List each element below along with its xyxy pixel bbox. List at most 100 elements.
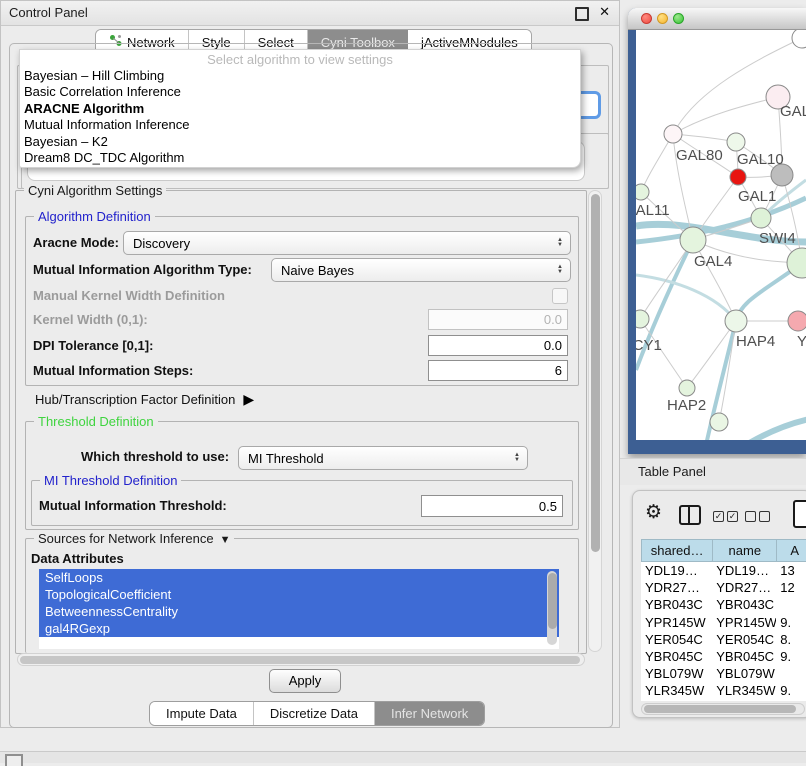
table-cell[interactable]: YDL19… <box>641 563 712 578</box>
table-cell[interactable]: YBR043C <box>641 597 712 612</box>
aracne-mode-combo[interactable]: Discovery ▲▼ <box>123 231 571 255</box>
table-cell[interactable]: YBL079W <box>712 666 776 681</box>
table-horizontal-scrollbar[interactable] <box>641 703 805 715</box>
table-cell[interactable]: YLR345W <box>641 683 712 698</box>
table-row[interactable]: YDR27…YDR27…12 <box>641 579 806 596</box>
algorithm-option[interactable]: Basic Correlation Inference <box>20 84 580 100</box>
table-cell[interactable]: YER054C <box>641 632 712 647</box>
network-node[interactable] <box>636 184 649 200</box>
data-attribute-item[interactable]: gal4RGexp <box>39 620 559 637</box>
table-cell[interactable]: 9. <box>776 649 806 664</box>
network-node-labels: GALGAL80GAL10GAL1GAL11SWI4GAL4GCY1HAP4YH… <box>636 103 806 414</box>
network-node[interactable] <box>725 310 747 332</box>
network-node-label: HAP2 <box>667 397 706 414</box>
algorithm-option[interactable]: Mutual Information Inference <box>20 117 580 133</box>
settings-horizontal-scrollbar-thumb[interactable] <box>20 656 580 664</box>
network-view-window: GALGAL80GAL10GAL1GAL11SWI4GAL4GCY1HAP4YH… <box>628 8 806 454</box>
which-threshold-combo[interactable]: MI Threshold ▲▼ <box>238 446 528 470</box>
table-horizontal-scrollbar-thumb[interactable] <box>644 705 796 713</box>
algorithm-option[interactable]: Bayesian – Hill Climbing <box>20 68 580 84</box>
apply-button[interactable]: Apply <box>269 669 341 693</box>
network-node-label: GCY1 <box>636 337 662 354</box>
table-cell[interactable]: YER054C <box>712 632 776 647</box>
network-node[interactable] <box>727 133 745 151</box>
settings-vertical-scrollbar-thumb[interactable] <box>591 194 600 552</box>
tab-discretize-data[interactable]: Discretize Data <box>254 702 375 725</box>
table-row[interactable]: YBR045CYBR045C9. <box>641 648 806 665</box>
data-attributes-label: Data Attributes <box>31 551 124 566</box>
mi-type-combo[interactable]: Naive Bayes ▲▼ <box>271 258 571 282</box>
bottom-panel-edge <box>0 751 806 763</box>
table-row[interactable]: YPR145WYPR145W9. <box>641 614 806 631</box>
close-traffic-light-icon[interactable] <box>641 13 652 24</box>
table-row[interactable]: YER054CYER054C8. <box>641 631 806 648</box>
minimized-panel-icon[interactable] <box>5 754 23 766</box>
table-cell[interactable]: YBR045C <box>712 649 776 664</box>
dpi-tolerance-label: DPI Tolerance [0,1]: <box>33 338 153 353</box>
network-canvas[interactable]: GALGAL80GAL10GAL1GAL11SWI4GAL4GCY1HAP4YH… <box>636 30 806 440</box>
minimize-traffic-light-icon[interactable] <box>657 13 668 24</box>
close-icon[interactable]: ✕ <box>599 4 610 20</box>
table-row[interactable]: YBR043CYBR043C <box>641 596 806 613</box>
kernel-width-field[interactable]: 0.0 <box>428 309 568 330</box>
float-window-icon[interactable] <box>575 7 589 21</box>
data-attribute-item[interactable]: BetweennessCentrality <box>39 603 559 620</box>
network-node[interactable] <box>664 125 682 143</box>
table-cell[interactable]: YDL19… <box>712 563 776 578</box>
table-cell[interactable]: YPR145W <box>712 615 776 630</box>
hub-definition-expander[interactable]: Hub/Transcription Factor Definition ▶ <box>35 391 254 408</box>
network-node[interactable] <box>730 169 746 185</box>
document-icon[interactable] <box>793 500 806 528</box>
network-node-label: GAL80 <box>676 147 723 164</box>
data-attribute-item[interactable]: SelfLoops <box>39 569 559 586</box>
algorithm-option[interactable]: Bayesian – K2 <box>20 134 580 150</box>
settings-vertical-scrollbar[interactable] <box>588 190 602 652</box>
zoom-traffic-light-icon[interactable] <box>673 13 684 24</box>
network-node[interactable] <box>680 227 706 253</box>
node-table: shared… name A YDL19…YDL19…13YDR27…YDR27… <box>641 539 806 701</box>
deselect-all-columns-icon[interactable] <box>745 511 770 522</box>
table-cell[interactable]: YBR045C <box>641 649 712 664</box>
split-pane-icon[interactable] <box>679 505 701 525</box>
tab-impute-data[interactable]: Impute Data <box>150 702 254 725</box>
table-cell[interactable]: YBL079W <box>641 666 712 681</box>
attributes-scrollbar-thumb[interactable] <box>548 573 557 629</box>
mi-steps-field[interactable]: 6 <box>428 360 568 381</box>
hub-definition-label: Hub/Transcription Factor Definition <box>35 392 235 407</box>
manual-kernel-checkbox[interactable] <box>552 288 568 304</box>
table-row[interactable]: YLR345WYLR345W9. <box>641 682 806 699</box>
table-cell[interactable]: YPR145W <box>641 615 712 630</box>
table-cell[interactable]: YDR27… <box>712 580 776 595</box>
data-attribute-item[interactable]: TopologicalCoefficient <box>39 586 559 603</box>
table-row[interactable]: YBL079WYBL079W <box>641 665 806 682</box>
column-header-partial[interactable]: A <box>776 539 806 562</box>
network-node[interactable] <box>751 208 771 228</box>
table-cell[interactable]: 9. <box>776 615 806 630</box>
select-all-columns-icon[interactable] <box>713 511 738 522</box>
mi-threshold-field[interactable]: 0.5 <box>421 495 563 517</box>
network-node[interactable] <box>710 413 728 431</box>
column-header-name[interactable]: name <box>712 539 776 562</box>
attributes-scrollbar[interactable] <box>547 571 557 645</box>
table-cell[interactable]: YLR345W <box>712 683 776 698</box>
network-node[interactable] <box>792 30 806 48</box>
table-cell[interactable]: 8. <box>776 632 806 647</box>
tab-infer-network[interactable]: Infer Network <box>375 702 484 725</box>
column-header-shared-name[interactable]: shared… <box>641 539 712 562</box>
table-cell[interactable]: 13 <box>776 563 806 578</box>
algorithm-option[interactable]: ARACNE Algorithm <box>20 101 580 117</box>
gear-icon[interactable]: ⚙ <box>645 501 662 524</box>
network-node[interactable] <box>636 310 649 328</box>
algorithm-option[interactable]: Dream8 DC_TDC Algorithm <box>20 150 580 166</box>
table-body: YDL19…YDL19…13YDR27…YDR27…12YBR043CYBR04… <box>641 562 806 701</box>
network-node[interactable] <box>788 311 806 331</box>
network-node[interactable] <box>679 380 695 396</box>
dpi-tolerance-field[interactable]: 0.0 <box>428 335 568 356</box>
table-row[interactable]: YDL19…YDL19…13 <box>641 562 806 579</box>
table-cell[interactable]: 9. <box>776 683 806 698</box>
table-cell[interactable]: 12 <box>776 580 806 595</box>
settings-horizontal-scrollbar[interactable] <box>17 653 585 666</box>
table-row[interactable]: YIL052CYIL052C9. <box>641 700 806 702</box>
table-cell[interactable]: YDR27… <box>641 580 712 595</box>
table-cell[interactable]: YBR043C <box>712 597 776 612</box>
